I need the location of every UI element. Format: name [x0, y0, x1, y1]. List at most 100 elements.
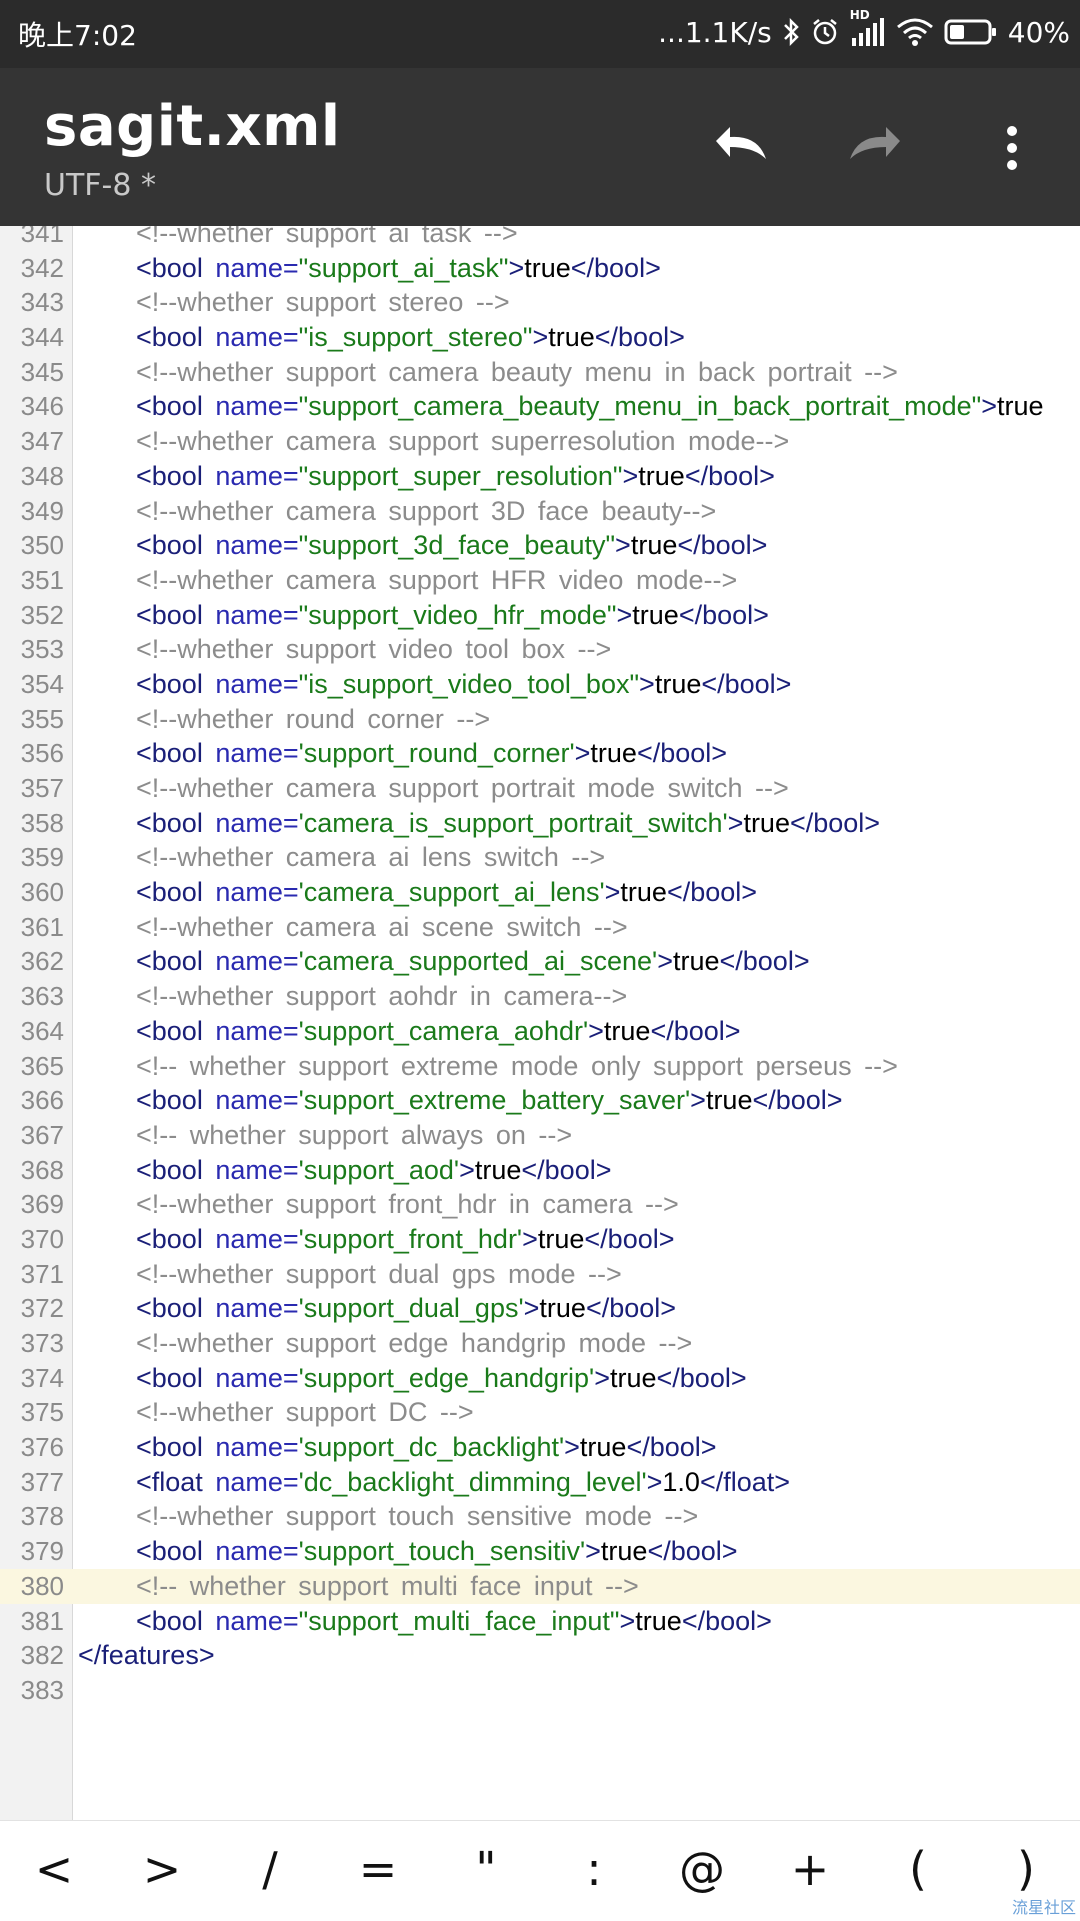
token-comment: <!--whether camera support superresoluti… [136, 426, 790, 457]
code-editor[interactable]: 341 <!--whether support ai task --> 342 <bo… [0, 226, 1080, 1820]
line-number: 359 [20, 842, 64, 873]
token-text: true [524, 252, 571, 283]
token-val: "is_support_stereo" [298, 322, 533, 353]
token-val: 'support_round_corner' [298, 738, 575, 769]
code-text: <bool name='support_front_hdr'>true</boo… [136, 1222, 675, 1257]
code-text: <bool name='support_dc_backlight'>true</… [136, 1430, 717, 1465]
code-line[interactable]: 344 <bool name="is_support_stereo">true</… [0, 320, 1080, 355]
token-tag: <bool [136, 668, 216, 699]
token-val: 'support_aod' [298, 1154, 460, 1185]
code-line[interactable]: 356 <bool name='support_round_corner'>tru… [0, 736, 1080, 771]
token-tag: > [619, 1605, 636, 1636]
code-line[interactable]: 366 <bool name='support_extreme_battery_s… [0, 1083, 1080, 1118]
token-tag: </bool> [677, 530, 768, 561]
token-val: 'support_dc_backlight' [298, 1432, 565, 1463]
token-tag: > [459, 1154, 475, 1185]
symbol-key[interactable]: = [324, 1821, 432, 1921]
file-title: sagit.xml [44, 94, 341, 159]
code-line[interactable]: 357 <!--whether camera support portrait m… [0, 771, 1080, 806]
overflow-menu-button[interactable] [972, 108, 1052, 188]
token-val: "is_support_video_tool_box" [298, 668, 640, 699]
code-text: <!--whether camera support superresoluti… [136, 424, 789, 459]
undo-button[interactable] [700, 108, 780, 188]
token-tag: > [585, 1536, 601, 1567]
code-line[interactable]: 348 <bool name="support_super_resolution"… [0, 459, 1080, 494]
code-line[interactable]: 375 <!--whether support DC --> [0, 1395, 1080, 1430]
code-line[interactable]: 368 <bool name='support_aod'>true</bool> [0, 1153, 1080, 1188]
token-tag: <bool [136, 1293, 216, 1324]
code-line[interactable]: 346 <bool name="support_camera_beauty_men… [0, 389, 1080, 424]
symbol-key[interactable]: : [540, 1821, 648, 1921]
code-line[interactable]: 380 <!-- whether support multi face input… [0, 1568, 1080, 1604]
symbol-key[interactable]: ( [864, 1821, 972, 1921]
status-icons: ...1.1K/s HD 40% [658, 8, 1070, 52]
token-tag: </bool> [626, 1432, 717, 1463]
code-text: <float name='dc_backlight_dimming_level'… [136, 1465, 790, 1500]
token-text: true [537, 1223, 585, 1254]
alarm-icon [810, 12, 840, 52]
code-line[interactable]: 350 <bool name="support_3d_face_beauty">t… [0, 528, 1080, 563]
token-tag: > [727, 807, 744, 838]
code-line[interactable]: 351 <!--whether camera support HFR video … [0, 563, 1080, 598]
code-line[interactable]: 364 <bool name='support_camera_aohdr'>tru… [0, 1014, 1080, 1049]
code-line[interactable]: 369 <!--whether support front_hdr in came… [0, 1187, 1080, 1222]
code-line[interactable]: 347 <!--whether camera support superresol… [0, 424, 1080, 459]
code-text: <!--whether support stereo --> [136, 285, 510, 320]
token-comment: <!--whether camera ai lens switch --> [136, 842, 606, 873]
symbol-key[interactable]: > [108, 1821, 216, 1921]
code-line[interactable]: 349 <!--whether camera support 3D face be… [0, 494, 1080, 529]
code-line[interactable]: 379 <bool name='support_touch_sensitiv'>t… [0, 1534, 1080, 1569]
symbol-key[interactable]: + [756, 1821, 864, 1921]
token-tag: > [981, 391, 998, 422]
code-line[interactable]: 361 <!--whether camera ai scene switch --… [0, 910, 1080, 945]
token-comment: <!--whether support front_hdr in camera … [136, 1189, 679, 1220]
code-text: <bool name="support_ai_task">true</bool> [136, 251, 661, 286]
token-tag: </bool> [570, 252, 661, 283]
line-number: 381 [20, 1605, 64, 1636]
symbol-key[interactable]: / [216, 1821, 324, 1921]
code-line[interactable]: 354 <bool name="is_support_video_tool_box… [0, 667, 1080, 702]
code-line[interactable]: 362 <bool name='camera_supported_ai_scene… [0, 944, 1080, 979]
symbol-key[interactable]: < [0, 1821, 108, 1921]
code-line[interactable]: 355 <!--whether round corner --> [0, 702, 1080, 737]
code-line[interactable]: 359 <!--whether camera ai lens switch --> [0, 840, 1080, 875]
code-line[interactable]: 365 <!-- whether support extreme mode onl… [0, 1049, 1080, 1084]
symbol-key[interactable]: " [432, 1821, 540, 1921]
symbol-key[interactable]: @ [648, 1821, 756, 1921]
code-line[interactable]: 373 <!--whether support edge handgrip mod… [0, 1326, 1080, 1361]
code-line[interactable]: 381 <bool name="support_multi_face_input"… [0, 1604, 1080, 1639]
token-comment: <!-- whether support always on --> [136, 1119, 573, 1150]
token-tag: > [508, 252, 525, 283]
redo-button[interactable] [836, 108, 916, 188]
code-line[interactable]: 342 <bool name="support_ai_task">true</bo… [0, 251, 1080, 286]
token-tag: <bool [136, 322, 216, 353]
code-line[interactable]: 363 <!--whether support aohdr in camera--… [0, 979, 1080, 1014]
code-line[interactable]: 341 <!--whether support ai task --> [0, 226, 1080, 251]
code-line[interactable]: 345 <!--whether support camera beauty men… [0, 355, 1080, 390]
signal-icon: HD [850, 8, 886, 52]
code-line[interactable]: 378 <!--whether support touch sensitive m… [0, 1499, 1080, 1534]
code-line[interactable]: 343 <!--whether support stereo --> [0, 285, 1080, 320]
token-text: true [672, 946, 720, 977]
line-number: 382 [20, 1640, 64, 1671]
code-line[interactable]: 374 <bool name='support_edge_handgrip'>tr… [0, 1361, 1080, 1396]
code-line[interactable]: 358 <bool name='camera_is_support_portrai… [0, 806, 1080, 841]
code-line[interactable]: 377 <float name='dc_backlight_dimming_lev… [0, 1465, 1080, 1500]
code-line[interactable]: 352 <bool name="support_video_hfr_mode">t… [0, 598, 1080, 633]
code-line[interactable]: 367 <!-- whether support always on --> [0, 1118, 1080, 1153]
code-text: <!--whether support aohdr in camera--> [136, 979, 627, 1014]
code-line[interactable]: 372 <bool name='support_dual_gps'>true</b… [0, 1291, 1080, 1326]
line-number: 370 [20, 1223, 64, 1254]
code-line[interactable]: 371 <!--whether support dual gps mode --> [0, 1257, 1080, 1292]
code-text: <bool name="support_camera_beauty_menu_i… [136, 389, 1044, 424]
line-number: 374 [20, 1362, 64, 1393]
token-tag: <bool [136, 530, 216, 561]
code-line[interactable]: 383 [0, 1673, 1080, 1708]
code-line[interactable]: 353 <!--whether support video tool box --… [0, 632, 1080, 667]
line-number: 350 [20, 530, 64, 561]
code-text: <bool name='camera_is_support_portrait_s… [136, 806, 880, 841]
code-line[interactable]: 370 <bool name='support_front_hdr'>true</… [0, 1222, 1080, 1257]
code-line[interactable]: 382 </features> [0, 1638, 1080, 1673]
code-line[interactable]: 360 <bool name='camera_support_ai_lens'>t… [0, 875, 1080, 910]
code-line[interactable]: 376 <bool name='support_dc_backlight'>tru… [0, 1430, 1080, 1465]
